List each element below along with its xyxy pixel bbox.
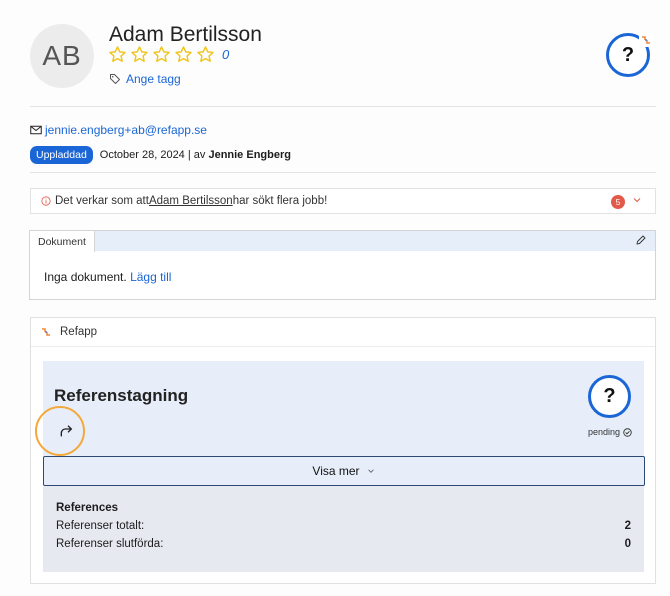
references-summary: References Referenser totalt: 2 Referens… (43, 486, 644, 572)
status-badge: Uppladdad (30, 146, 93, 164)
alert-prefix: Det verkar som att (55, 195, 149, 207)
references-total-label: Referenser totalt: (56, 520, 145, 532)
rating-count: 0 (222, 47, 230, 62)
upload-info: Uppladdad October 28, 2024 | av Jennie E… (30, 146, 291, 164)
pending-status: pending (588, 427, 632, 437)
email-text: jennie.engberg+ab@refapp.se (45, 123, 207, 137)
references-total-value: 2 (624, 520, 631, 532)
show-more-button[interactable]: Visa mer (43, 456, 645, 486)
chevron-down-icon (367, 469, 374, 473)
uploader-name: Jennie Engberg (208, 149, 291, 161)
show-more-label: Visa mer (312, 464, 360, 478)
add-tag-link[interactable]: Ange tagg (109, 72, 181, 86)
alert-suffix: har sökt flera jobb! (232, 195, 328, 207)
tab-documents[interactable]: Dokument (30, 231, 95, 252)
info-icon (41, 196, 51, 206)
star-icon[interactable] (174, 45, 193, 64)
candidate-header: AB Adam Bertilsson 0 Ange tagg ? (0, 0, 670, 106)
share-arrow-icon[interactable] (55, 420, 77, 442)
references-completed-value: 0 (624, 538, 631, 550)
email-link[interactable]: jennie.engberg+ab@refapp.se (30, 123, 207, 137)
documents-panel: Dokument Inga dokument. Lägg till (29, 230, 656, 300)
upload-date: October 28, 2024 | av (99, 149, 209, 161)
reference-card: Referenstagning ? pending (43, 361, 644, 456)
documents-empty: Inga dokument. Lägg till (44, 270, 171, 284)
documents-header: Dokument (30, 231, 655, 252)
reference-status-button[interactable]: ? (588, 375, 631, 418)
references-completed-label: Referenser slutförda: (56, 538, 164, 550)
reference-card-title: Referenstagning (54, 386, 189, 405)
documents-empty-text: Inga dokument. (44, 270, 131, 284)
header-divider (30, 106, 656, 107)
check-circle-icon (623, 427, 632, 437)
refapp-panel: Refapp Referenstagning ? pending Visa me… (30, 317, 656, 584)
refapp-title: Refapp (60, 326, 98, 338)
refapp-logo-icon (39, 325, 53, 339)
chevron-down-icon[interactable] (631, 194, 643, 206)
pencil-icon[interactable] (635, 234, 647, 246)
star-rating[interactable]: 0 (108, 45, 229, 64)
alert-count-badge: 5 (611, 195, 625, 209)
star-icon[interactable] (108, 45, 127, 64)
avatar: AB (30, 24, 94, 88)
alert-candidate-link[interactable]: Adam Bertilsson (149, 195, 233, 207)
duplicate-application-alert[interactable]: Det verkar som att Adam Bertilsson har s… (30, 188, 656, 214)
add-document-link[interactable]: Lägg till (130, 270, 171, 284)
refapp-header: Refapp (31, 318, 655, 347)
pending-label: pending (588, 427, 621, 437)
candidate-name: Adam Bertilsson (109, 23, 262, 46)
star-icon[interactable] (196, 45, 215, 64)
list-item: Referenser slutförda: 0 (56, 538, 631, 550)
upload-meta: October 28, 2024 | av Jennie Engberg (100, 149, 291, 161)
star-icon[interactable] (152, 45, 171, 64)
mail-icon (30, 125, 42, 135)
references-title: References (56, 502, 119, 514)
tag-icon (110, 74, 120, 84)
info-divider (30, 172, 656, 173)
add-tag-label: Ange tagg (126, 72, 181, 86)
list-item: Referenser totalt: 2 (56, 520, 631, 532)
star-icon[interactable] (130, 45, 149, 64)
refapp-logo-icon (639, 33, 653, 47)
